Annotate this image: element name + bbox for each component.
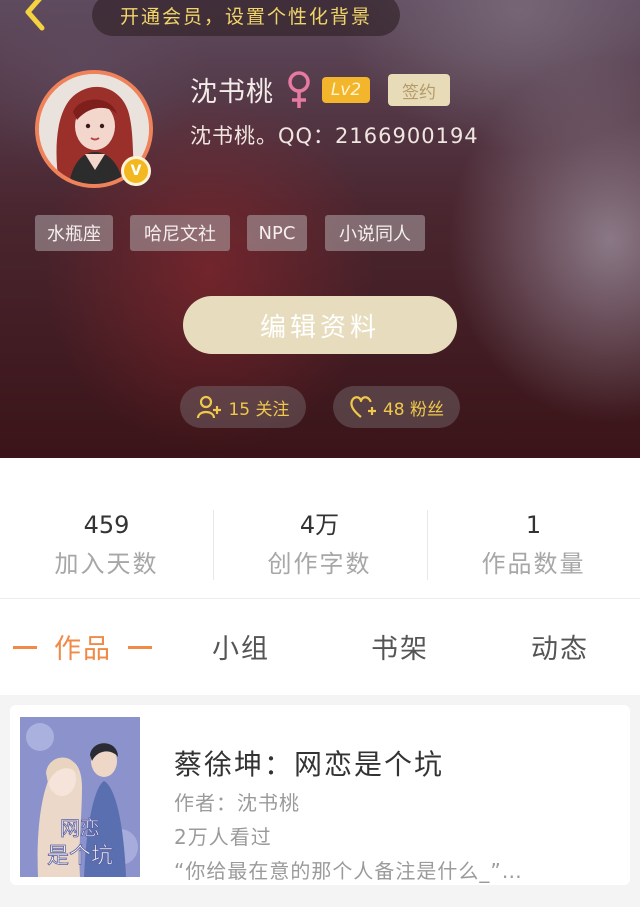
stat-works-count: 1 作品数量 [427, 510, 640, 579]
cover-title-line1: 网恋 [60, 816, 100, 840]
avatar[interactable]: V [35, 70, 153, 188]
work-card[interactable]: 网恋 是个坑 蔡徐坤：网恋是个坑 作者：沈书桃 2万人看过 “你给最在意的那个人… [10, 705, 630, 885]
tag-item[interactable]: 哈尼文社 [130, 215, 230, 251]
stat-value: 459 [83, 511, 130, 539]
back-button[interactable] [18, 0, 58, 36]
stat-label: 创作字数 [267, 550, 372, 578]
fans-button[interactable]: 48 粉丝 [333, 386, 460, 428]
work-title[interactable]: 蔡徐坤：网恋是个坑 [174, 743, 444, 783]
tab-works[interactable]: 作品 [54, 627, 112, 666]
profile-header: 开通会员，设置个性化背景 V 沈书桃 Lv2 签约 沈书桃。QQ：2166900… [0, 0, 640, 458]
stat-word-count: 4万 创作字数 [213, 510, 426, 579]
stat-label: 加入天数 [54, 550, 159, 578]
tag-item[interactable]: NPC [247, 215, 307, 251]
work-author: 作者：沈书桃 [174, 791, 300, 815]
stat-join-days: 459 加入天数 [0, 510, 213, 579]
tag-item[interactable]: 水瓶座 [35, 215, 113, 251]
work-views: 2万人看过 [174, 825, 272, 849]
active-tab-indicator [128, 646, 152, 649]
heart-plus-icon [350, 396, 376, 418]
active-tab-indicator [13, 646, 37, 649]
follow-button[interactable]: 15 关注 [180, 386, 306, 428]
tab-activity[interactable]: 动态 [531, 627, 589, 666]
female-icon [288, 71, 310, 108]
stat-value: 4万 [299, 511, 340, 539]
follow-label: 15 关注 [228, 399, 290, 420]
vip-badge: V [121, 156, 151, 186]
cover-title-line2: 是个坑 [47, 844, 113, 869]
fans-label: 48 粉丝 [382, 399, 445, 420]
works-list: 网恋 是个坑 蔡徐坤：网恋是个坑 作者：沈书桃 2万人看过 “你给最在意的那个人… [0, 695, 640, 907]
edit-profile-button[interactable]: 编辑资料 [183, 296, 457, 354]
stat-value: 1 [525, 511, 542, 539]
tab-bar: 作品 小组 书架 动态 [0, 599, 640, 695]
tag-item[interactable]: 小说同人 [325, 215, 425, 251]
vip-banner[interactable]: 开通会员，设置个性化背景 [92, 0, 400, 36]
signed-badge: 签约 [388, 74, 450, 106]
username: 沈书桃 [190, 77, 274, 108]
tab-bookshelf[interactable]: 书架 [371, 627, 429, 666]
chevron-left-icon [25, 0, 45, 31]
tab-groups[interactable]: 小组 [212, 627, 270, 666]
stat-label: 作品数量 [481, 550, 586, 578]
work-excerpt: “你给最在意的那个人备注是什么_”… [174, 859, 523, 883]
stats-bar: 459 加入天数 4万 创作字数 1 作品数量 [0, 458, 640, 600]
add-user-icon [197, 395, 222, 419]
level-badge: Lv2 [322, 77, 370, 103]
profile-subtitle: 沈书桃。QQ：2166900194 [190, 124, 479, 148]
work-cover[interactable]: 网恋 是个坑 [20, 717, 140, 877]
